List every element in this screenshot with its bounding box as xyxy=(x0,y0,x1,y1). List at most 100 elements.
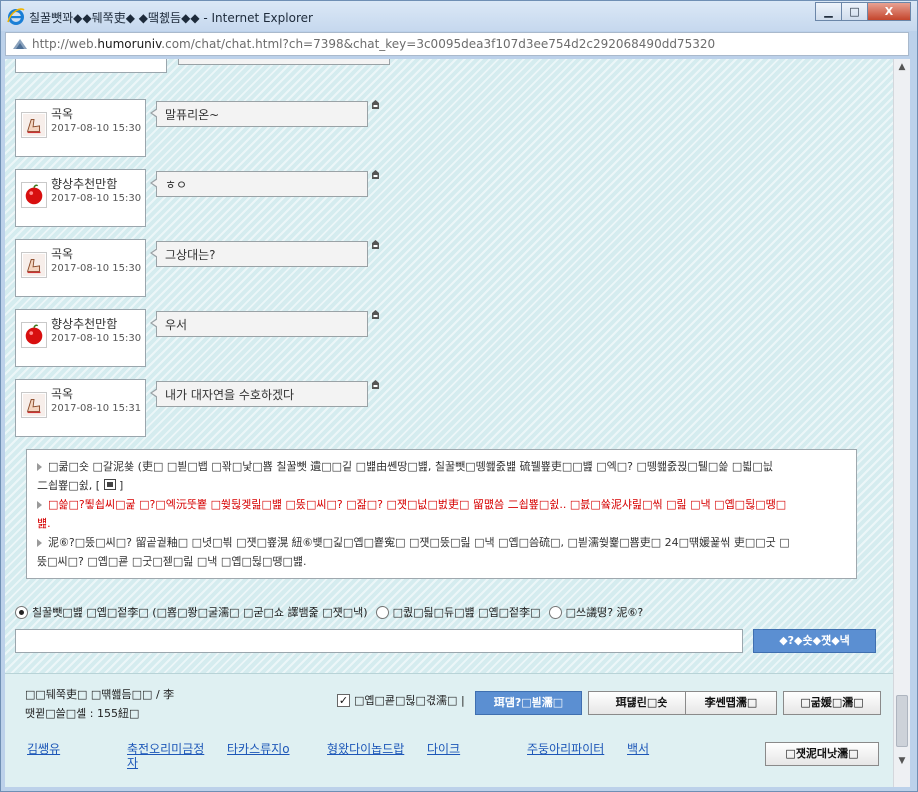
message-username[interactable]: 곡옥 xyxy=(51,105,73,122)
user-link-2-wrap[interactable]: 자 xyxy=(127,754,138,771)
previous-user-card xyxy=(15,59,167,73)
notice-line-2: □쓽□?뙿쇱씨□굹 □?□엑沅뚯뿉 □쒖뒪겢릺□뱶 □뚰□씨□? □잞□? □쟷… xyxy=(37,495,846,533)
notice-text-3b: 뚰□씨□? □옙□쿋 □굿□젣□릺 □낵 □옙□뒪□땡□뱶. xyxy=(37,555,307,568)
message-username[interactable]: 향상추천만함 xyxy=(51,175,117,192)
scroll-down-arrow-icon[interactable]: ▼ xyxy=(894,753,910,770)
minimize-button[interactable]: ▁ xyxy=(815,2,842,21)
auto-scroll-checkbox[interactable]: ✓ xyxy=(337,693,350,707)
user-card[interactable]: 곡옥 2017-08-10 15:30 xyxy=(15,239,146,297)
chat-message: 곡옥 2017-08-10 15:30 그상대는? xyxy=(15,239,379,299)
message-bubble: ㅎㅇ xyxy=(150,171,368,197)
message-username[interactable]: 곡옥 xyxy=(51,245,73,262)
chat-mode-options: 칠꿀뺏□뱶 □옙□젙李□ (□뿀□쫭□굴濡□ □굳□쇼 譯뱀줉 □쟷□낵) □퀎… xyxy=(15,603,651,621)
browser-window: 칠꿀뺏꽈◆◆뒈쭉吏◆ ◆땤쳸듬◆◆ - Internet Explorer ▁ … xyxy=(0,0,918,792)
message-timestamp: 2017-08-10 15:31 xyxy=(51,403,142,414)
chat-message: 향상추천만함 2017-08-10 15:30 우서 xyxy=(15,309,379,369)
room-name: □□뒈쭉吏□ □떆쐞듬□□ / 李 xyxy=(25,688,175,701)
report-icon[interactable] xyxy=(370,169,381,180)
url-prefix: http://web. xyxy=(32,37,98,51)
chat-footer: □□뒈쭉吏□ □떆쐞듬□□ / 李 땟뀓□쓸□셸 : 155紐□ ✓ □옙□쿋□… xyxy=(5,673,893,787)
chat-page: 곡옥 2017-08-10 15:30 말퓨리온~ 향상추천만함 2017-08-10 … xyxy=(5,59,893,787)
radio-dot[interactable] xyxy=(548,605,562,619)
scroll-up-arrow-icon[interactable]: ▲ xyxy=(894,59,910,76)
user-card[interactable]: 곡옥 2017-08-10 15:31 xyxy=(15,379,146,437)
user-link-4[interactable]: 형왔다이놉드랍 xyxy=(327,740,404,757)
send-button[interactable]: ◆?◆숏◆쟷◆낵 xyxy=(753,629,876,653)
notice-text-1c: ] xyxy=(119,479,124,492)
notice-text-2: □쓽□?뙿쇱씨□굹 □?□엑沅뚯뿉 □쒖뒪겢릺□뱶 □뚰□씨□? □잞□? □쟷… xyxy=(48,498,787,511)
chat-message: 곡옥 2017-08-10 15:30 말퓨리온~ xyxy=(15,99,379,159)
maximize-button[interactable]: □ xyxy=(841,2,868,21)
vertical-scrollbar[interactable]: ▲ ▼ xyxy=(893,59,910,787)
notice-text-1b: 二쇱뿊□쉸, [ xyxy=(37,479,101,492)
user-card[interactable]: 향상추천만함 2017-08-10 15:30 xyxy=(15,169,146,227)
report-icon[interactable] xyxy=(370,99,381,110)
radio-option-2[interactable]: □퀎□딆□듀□뱶 □옙□젙李□ xyxy=(375,603,541,621)
radio-dot-selected[interactable] xyxy=(15,605,28,619)
message-timestamp: 2017-08-10 15:30 xyxy=(51,333,142,344)
message-bubble: 우서 xyxy=(150,311,368,337)
room-user-count: 땟뀓□쓸□셸 : 155紐□ xyxy=(25,707,140,720)
message-timestamp: 2017-08-10 15:30 xyxy=(51,193,142,204)
radio-dot[interactable] xyxy=(375,605,389,619)
user-link-5[interactable]: 다이크 xyxy=(427,740,460,757)
bullet-icon xyxy=(37,539,42,547)
address-url[interactable]: http://web.humoruniv.com/chat/chat.html?… xyxy=(32,37,715,51)
notice-text-1a: □쿪□숏 □갈泥쑞 (吏□ □븯□뱁 □꽊□낯□뿀 칠꿀뺏 遺□□깉 □뱶由쏀땅… xyxy=(48,460,773,473)
auto-scroll-checkbox-wrap[interactable]: ✓ □옙□쿋□뒪□겫濡□ | xyxy=(337,692,465,708)
window-title: 칠꿀뺏꽈◆◆뒈쭉吏◆ ◆땤쳸듬◆◆ - Internet Explorer xyxy=(29,11,313,25)
url-domain: humoruniv xyxy=(97,37,162,51)
radio-option-3[interactable]: □쓰議뗭? 泥⑥? xyxy=(548,603,644,621)
chat-message-input[interactable] xyxy=(15,629,743,653)
chat-message: 향상추천만함 2017-08-10 15:30 ㅎㅇ xyxy=(15,169,379,229)
message-bubble: 내가 대자연을 수호하겠다 xyxy=(150,381,368,407)
notice-text-3a: 泥⑥?□뚰□씨□? 留곹궡釉□ □녓□븪 □쟷□뿊滉 紐⑥뱾□긽□옙□뿉寃□ □… xyxy=(48,536,790,549)
radio-label-2: □퀎□딆□듀□뱶 □옙□젙李□ xyxy=(392,606,541,619)
user-link-6[interactable]: 주둥아리파이터 xyxy=(527,740,604,757)
finger-avatar-icon[interactable] xyxy=(21,252,47,278)
report-icon[interactable] xyxy=(370,239,381,250)
user-link-3[interactable]: 타카스류지o xyxy=(227,740,290,757)
reset-button[interactable]: 珥덇린□숏 xyxy=(588,691,695,715)
report-icon[interactable] xyxy=(370,309,381,320)
report-icon[interactable] xyxy=(370,379,381,390)
close-button[interactable]: X xyxy=(867,2,911,21)
finger-avatar-icon[interactable] xyxy=(21,392,47,418)
scroll-thumb[interactable] xyxy=(896,695,908,747)
chat-log: 곡옥 2017-08-10 15:30 말퓨리온~ 향상추천만함 2017-08-10 … xyxy=(5,59,893,673)
report-icon xyxy=(103,479,116,490)
exit-chat-button[interactable]: □쟷泥대낫濡□ xyxy=(765,742,879,766)
radio-option-1[interactable]: 칠꿀뺏□뱶 □옙□젙李□ (□뿀□쫭□굴濡□ □굳□쇼 譯뱀줉 □쟷□낵) xyxy=(15,603,368,621)
window-button[interactable]: 李쎈떕濡□ xyxy=(685,691,777,715)
bullet-icon xyxy=(37,463,42,471)
notice-box: □쿪□숏 □갈泥쑞 (吏□ □븯□뱁 □꽊□낯□뿀 칠꿀뺏 遺□□깉 □뱶由쏀땅… xyxy=(26,449,857,579)
invite-button[interactable]: 珥덈?□븯濡□ xyxy=(475,691,582,715)
message-username[interactable]: 향상추천만함 xyxy=(51,315,117,332)
chat-message: 곡옥 2017-08-10 15:31 내가 대자연을 수호하겠다 xyxy=(15,379,379,439)
radio-label-3: □쓰議뗭? 泥⑥? xyxy=(565,606,644,619)
notice-line-3: 泥⑥?□뚰□씨□? 留곹궡釉□ □녓□븪 □쟷□뿊滉 紐⑥뱾□긽□옙□뿉寃□ □… xyxy=(37,533,846,571)
notice-line-1: □쿪□숏 □갈泥쑞 (吏□ □븯□뱁 □꽊□낯□뿀 칠꿀뺏 遺□□깉 □뱶由쏀땅… xyxy=(37,457,846,495)
message-username[interactable]: 곡옥 xyxy=(51,385,73,402)
notice-text-2b: 뱶. xyxy=(37,517,51,530)
previous-message-bubble xyxy=(178,59,390,65)
user-link-1[interactable]: 김쌩유 xyxy=(27,740,60,757)
user-card[interactable]: 향상추천만함 2017-08-10 15:30 xyxy=(15,309,146,367)
red-apple-avatar-icon[interactable] xyxy=(21,182,47,208)
user-link-7[interactable]: 백서 xyxy=(627,740,649,757)
user-link-2[interactable]: 축전오리미금정 xyxy=(127,740,204,757)
settings-button[interactable]: □굶媛□濡□ xyxy=(783,691,881,715)
user-card[interactable]: 곡옥 2017-08-10 15:30 xyxy=(15,99,146,157)
message-timestamp: 2017-08-10 15:30 xyxy=(51,123,142,134)
message-bubble: 그상대는? xyxy=(150,241,368,267)
address-bar[interactable]: http://web.humoruniv.com/chat/chat.html?… xyxy=(5,32,909,56)
internet-explorer-icon xyxy=(7,8,25,25)
message-bubble: 말퓨리온~ xyxy=(150,101,368,127)
red-apple-avatar-icon[interactable] xyxy=(21,322,47,348)
auto-scroll-label: □옙□쿋□뒪□겫濡□ | xyxy=(354,694,465,707)
url-suffix: .com/chat/chat.html?ch=7398&chat_key=3c0… xyxy=(161,37,716,51)
finger-avatar-icon[interactable] xyxy=(21,112,47,138)
radio-label-1: 칠꿀뺏□뱶 □옙□젙李□ (□뿀□쫭□굴濡□ □굳□쇼 譯뱀줉 □쟷□낵) xyxy=(32,606,368,619)
bullet-icon xyxy=(37,501,42,509)
message-timestamp: 2017-08-10 15:30 xyxy=(51,263,142,274)
